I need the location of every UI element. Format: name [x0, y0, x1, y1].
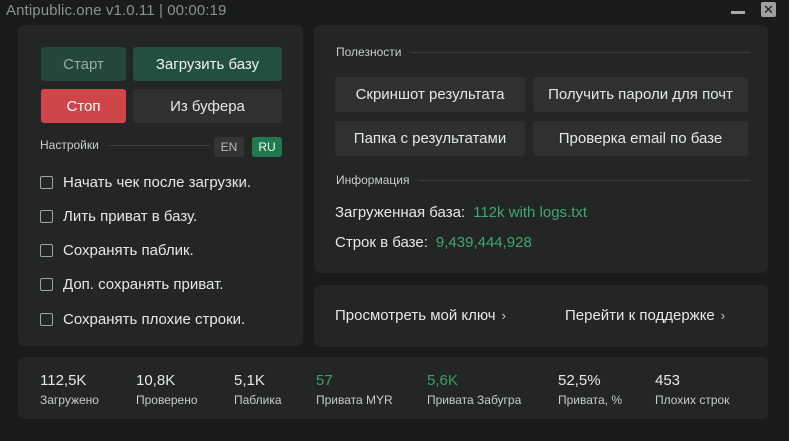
- load-database-button[interactable]: Загрузить базу: [133, 47, 282, 81]
- stat-value: 112,5K: [40, 372, 87, 389]
- checkbox-icon[interactable]: [40, 244, 53, 257]
- title-bar: Antipublic.one v1.0.11 | 00:00:19 ✕: [0, 0, 789, 22]
- lang-ru-button[interactable]: RU: [252, 137, 282, 157]
- email-check-button[interactable]: Проверка email по базе: [533, 121, 748, 156]
- stat-bad-lines: 453 Плохих строк: [655, 372, 729, 407]
- close-icon[interactable]: ✕: [761, 2, 776, 17]
- view-key-label: Просмотреть мой ключ: [335, 307, 496, 324]
- view-key-link[interactable]: Просмотреть мой ключ ›: [335, 307, 506, 324]
- checkbox-icon[interactable]: [40, 210, 53, 223]
- stat-value: 10,8K: [136, 372, 176, 389]
- start-button[interactable]: Старт: [41, 47, 126, 81]
- stat-label: Плохих строк: [655, 393, 730, 407]
- checkbox-icon[interactable]: [40, 176, 53, 189]
- stat-value: 5,1K: [234, 372, 265, 389]
- window-title: Antipublic.one v1.0.11 | 00:00:19: [6, 2, 227, 19]
- stat-private-myr: 57 Привата MYR: [316, 372, 393, 407]
- checkbox-label: Лить приват в базу.: [63, 208, 198, 225]
- screenshot-result-button[interactable]: Скриншот результата: [335, 77, 525, 112]
- checkbox-icon[interactable]: [40, 278, 53, 291]
- checkbox-push-private[interactable]: Лить приват в базу.: [40, 208, 197, 225]
- checkbox-label: Сохранять плохие строки.: [63, 311, 246, 328]
- settings-heading-label: Настройки: [40, 138, 99, 152]
- info-heading-label: Информация: [336, 173, 410, 187]
- lines-count-info: Строк в базе: 9,439,444,928: [335, 234, 532, 251]
- stat-label: Привата MYR: [316, 393, 393, 407]
- get-mail-passwords-button[interactable]: Получить пароли для почт: [533, 77, 748, 112]
- divider: [411, 51, 750, 53]
- stat-value: 57: [316, 372, 333, 389]
- useful-heading: Полезности: [336, 45, 750, 59]
- checkbox-label: Сохранять паблик.: [63, 242, 194, 259]
- stat-loaded: 112,5K Загружено: [40, 372, 99, 407]
- checkbox-start-check-after-load[interactable]: Начать чек после загрузки.: [40, 174, 251, 191]
- lines-count-label: Строк в базе:: [335, 234, 428, 251]
- loaded-database-info: Загруженная база: 112k with logs.txt: [335, 204, 587, 221]
- divider: [108, 144, 210, 146]
- stat-private-percent: 52,5% Привата, %: [558, 372, 622, 407]
- lang-en-button[interactable]: EN: [214, 137, 244, 157]
- useful-heading-label: Полезности: [336, 45, 402, 59]
- lines-count-value: 9,439,444,928: [435, 234, 532, 251]
- checkbox-save-public[interactable]: Сохранять паблик.: [40, 242, 194, 259]
- stat-label: Загружено: [40, 393, 99, 407]
- control-panel: Старт Загрузить базу Стоп Из буфера Наст…: [18, 25, 303, 346]
- stat-label: Паблика: [234, 393, 282, 407]
- stat-label: Проверено: [136, 393, 198, 407]
- stat-label: Привата, %: [558, 393, 623, 407]
- settings-heading: Настройки: [40, 138, 210, 152]
- checkbox-icon[interactable]: [40, 313, 53, 326]
- loaded-database-value: 112k with logs.txt: [473, 204, 588, 221]
- support-label: Перейти к поддержке: [565, 307, 715, 324]
- info-heading: Информация: [336, 173, 750, 187]
- stop-button[interactable]: Стоп: [41, 89, 126, 123]
- checkbox-label: Начать чек после загрузки.: [63, 174, 251, 191]
- checkbox-save-bad-lines[interactable]: Сохранять плохие строки.: [40, 311, 245, 328]
- chevron-right-icon: ›: [720, 308, 726, 323]
- stat-private-foreign: 5,6K Привата Забугра: [427, 372, 521, 407]
- checkbox-extra-save-private[interactable]: Доп. сохранять приват.: [40, 276, 223, 293]
- chevron-right-icon: ›: [501, 308, 506, 323]
- stat-public: 5,1K Паблика: [234, 372, 282, 407]
- stat-label: Привата Забугра: [427, 393, 522, 407]
- divider: [419, 179, 750, 181]
- support-link[interactable]: Перейти к поддержке ›: [565, 307, 725, 324]
- stat-value: 5,6K: [427, 372, 458, 389]
- utilities-panel: Полезности Скриншот результата Получить …: [314, 25, 768, 273]
- from-clipboard-button[interactable]: Из буфера: [133, 89, 282, 123]
- stats-bar: 112,5K Загружено 10,8K Проверено 5,1K Па…: [18, 357, 768, 419]
- stat-value: 52,5%: [558, 372, 601, 389]
- loaded-database-label: Загруженная база:: [335, 204, 466, 221]
- stat-checked: 10,8K Проверено: [136, 372, 198, 407]
- checkbox-label: Доп. сохранять приват.: [63, 276, 224, 293]
- minimize-icon[interactable]: [731, 11, 745, 14]
- results-folder-button[interactable]: Папка с результатами: [335, 121, 525, 156]
- links-panel: Просмотреть мой ключ › Перейти к поддерж…: [314, 285, 768, 347]
- stat-value: 453: [655, 372, 681, 389]
